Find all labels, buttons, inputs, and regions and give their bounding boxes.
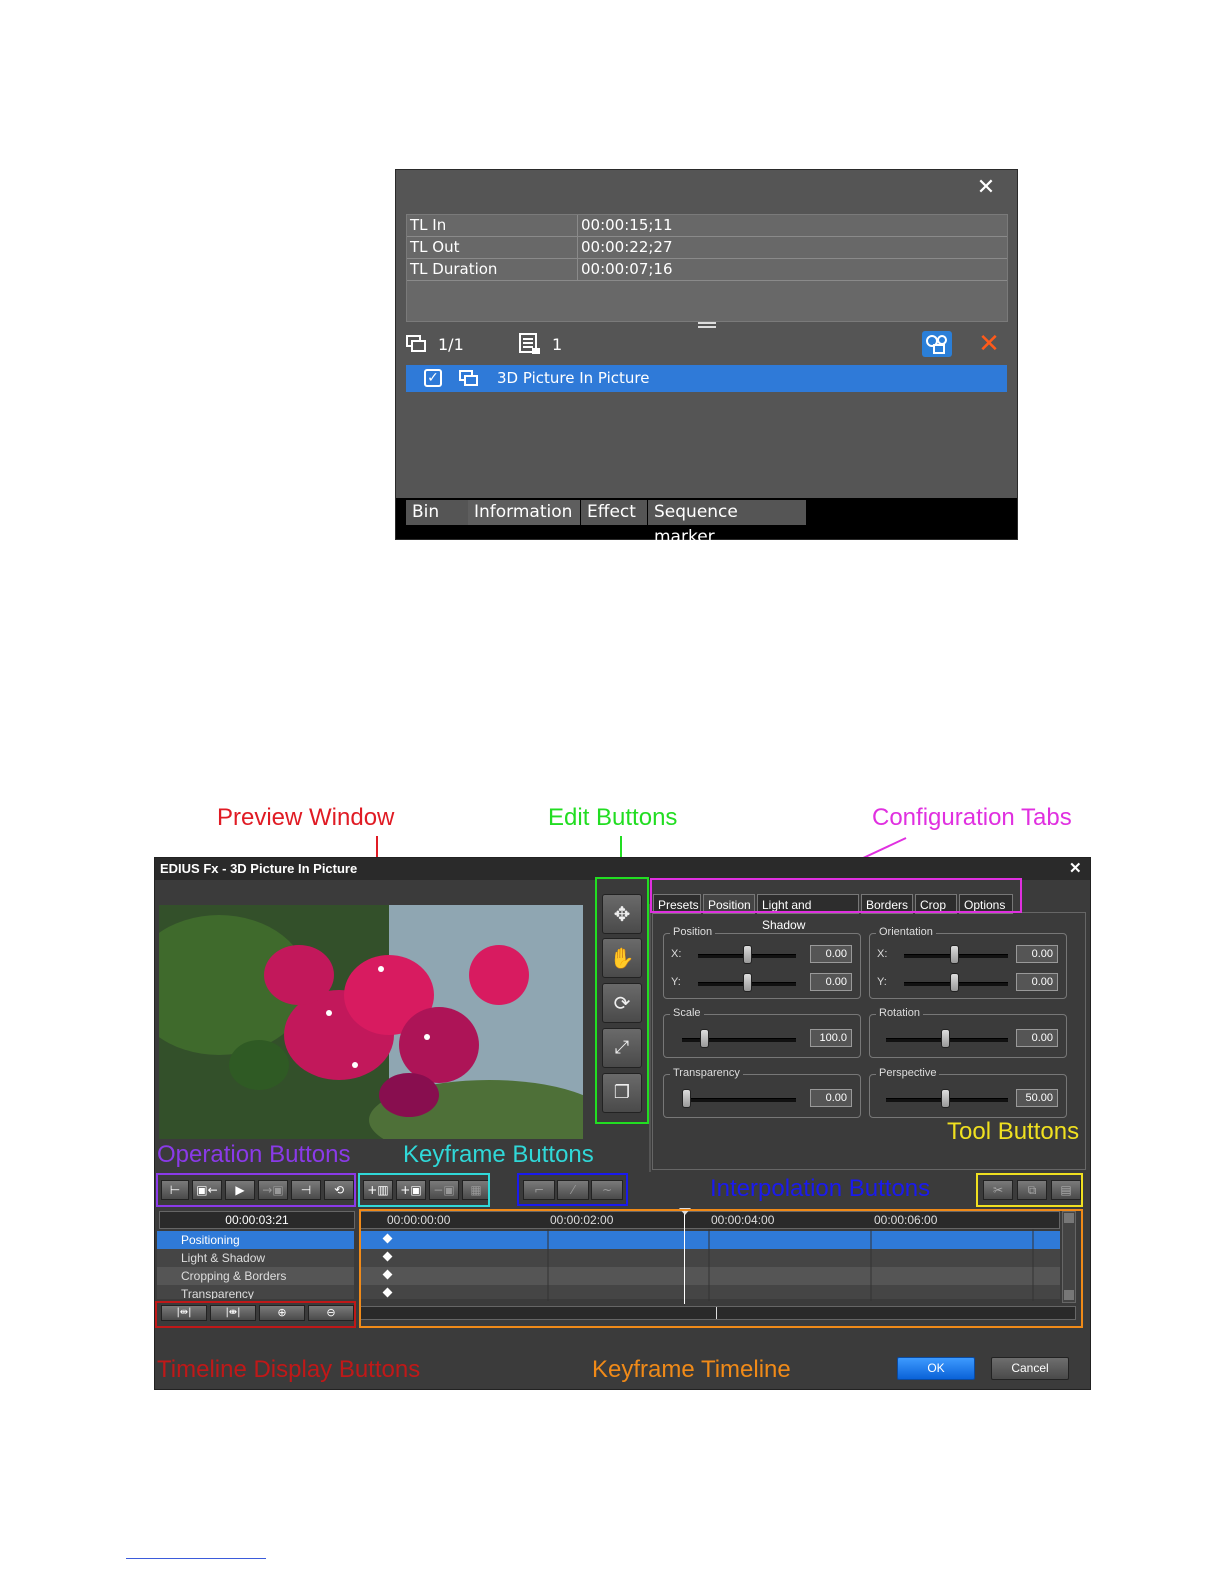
keyframe-buttons-highlight <box>358 1173 490 1207</box>
position-x-field[interactable]: 0.00 <box>810 945 852 963</box>
cancel-button[interactable]: Cancel <box>991 1357 1069 1380</box>
divider <box>649 904 651 1172</box>
dialog-title: EDIUS Fx - 3D Picture In Picture <box>160 861 358 876</box>
rotation-slider[interactable] <box>941 1029 950 1048</box>
timecode-display: 00:00:03:21 <box>159 1211 355 1229</box>
orientation-x-field[interactable]: 0.00 <box>1016 945 1058 963</box>
annotation-keyframe-buttons: Keyframe Buttons <box>403 1141 594 1168</box>
position-y-slider[interactable] <box>743 973 752 992</box>
tool-buttons-highlight <box>976 1173 1083 1207</box>
scale-group: Scale 100.0 <box>663 1007 861 1058</box>
orientation-group: Orientation X: 0.00 Y: 0.00 <box>869 926 1067 999</box>
annotation-timeline-display-buttons: Timeline Display Buttons <box>157 1356 421 1383</box>
transparency-slider[interactable] <box>682 1089 691 1108</box>
annotation-interpolation-buttons: Interpolation Buttons <box>710 1175 931 1202</box>
scale-field[interactable]: 100.0 <box>810 1029 852 1047</box>
flower-image <box>159 905 583 1139</box>
group-label: Transparency <box>670 1067 743 1079</box>
orientation-y-field[interactable]: 0.00 <box>1016 973 1058 991</box>
annotation-keyframe-timeline: Keyframe Timeline <box>592 1356 791 1383</box>
footnote-separator <box>126 1558 266 1559</box>
position-y-field[interactable]: 0.00 <box>810 973 852 991</box>
perspective-group: Perspective 50.00 <box>869 1067 1067 1118</box>
track-row-transparency[interactable]: Transparency <box>157 1285 354 1299</box>
ok-button[interactable]: OK <box>897 1357 975 1380</box>
transparency-field[interactable]: 0.00 <box>810 1089 852 1107</box>
group-label: Perspective <box>876 1067 940 1079</box>
position-x-slider[interactable] <box>743 945 752 964</box>
annotation-operation-buttons: Operation Buttons <box>157 1141 351 1168</box>
y-label: Y: <box>671 976 681 988</box>
configuration-tabs-highlight <box>650 878 1022 913</box>
group-label: Orientation <box>876 926 936 938</box>
track-row-cropping-borders[interactable]: Cropping & Borders <box>157 1267 354 1285</box>
track-row-positioning[interactable]: Positioning <box>157 1231 354 1249</box>
perspective-field[interactable]: 50.00 <box>1016 1089 1058 1107</box>
perspective-slider[interactable] <box>941 1089 950 1108</box>
operation-buttons-highlight <box>156 1173 356 1207</box>
edit-buttons-highlight <box>595 877 649 1124</box>
scale-slider[interactable] <box>700 1029 709 1048</box>
transparency-group: Transparency 0.00 <box>663 1067 861 1118</box>
close-icon[interactable]: ✕ <box>1069 858 1082 880</box>
x-label: X: <box>671 948 682 960</box>
track-row-light-shadow[interactable]: Light & Shadow <box>157 1249 354 1267</box>
timeline-display-buttons-highlight <box>155 1301 356 1328</box>
slider-track <box>682 1098 796 1102</box>
orientation-y-slider[interactable] <box>950 973 959 992</box>
x-label: X: <box>877 948 888 960</box>
group-label: Position <box>670 926 716 938</box>
rotation-field[interactable]: 0.00 <box>1016 1029 1058 1047</box>
preview-window <box>159 905 583 1139</box>
y-label: Y: <box>877 976 887 988</box>
interpolation-buttons-highlight <box>517 1173 628 1206</box>
position-group: Position X: 0.00 Y: 0.00 <box>663 926 861 999</box>
rotation-group: Rotation 0.00 <box>869 1007 1067 1058</box>
orientation-x-slider[interactable] <box>950 945 959 964</box>
group-label: Scale <box>670 1007 704 1019</box>
annotation-tool-buttons: Tool Buttons <box>947 1118 1080 1145</box>
group-label: Rotation <box>876 1007 923 1019</box>
keyframe-timeline-highlight <box>359 1209 1083 1328</box>
